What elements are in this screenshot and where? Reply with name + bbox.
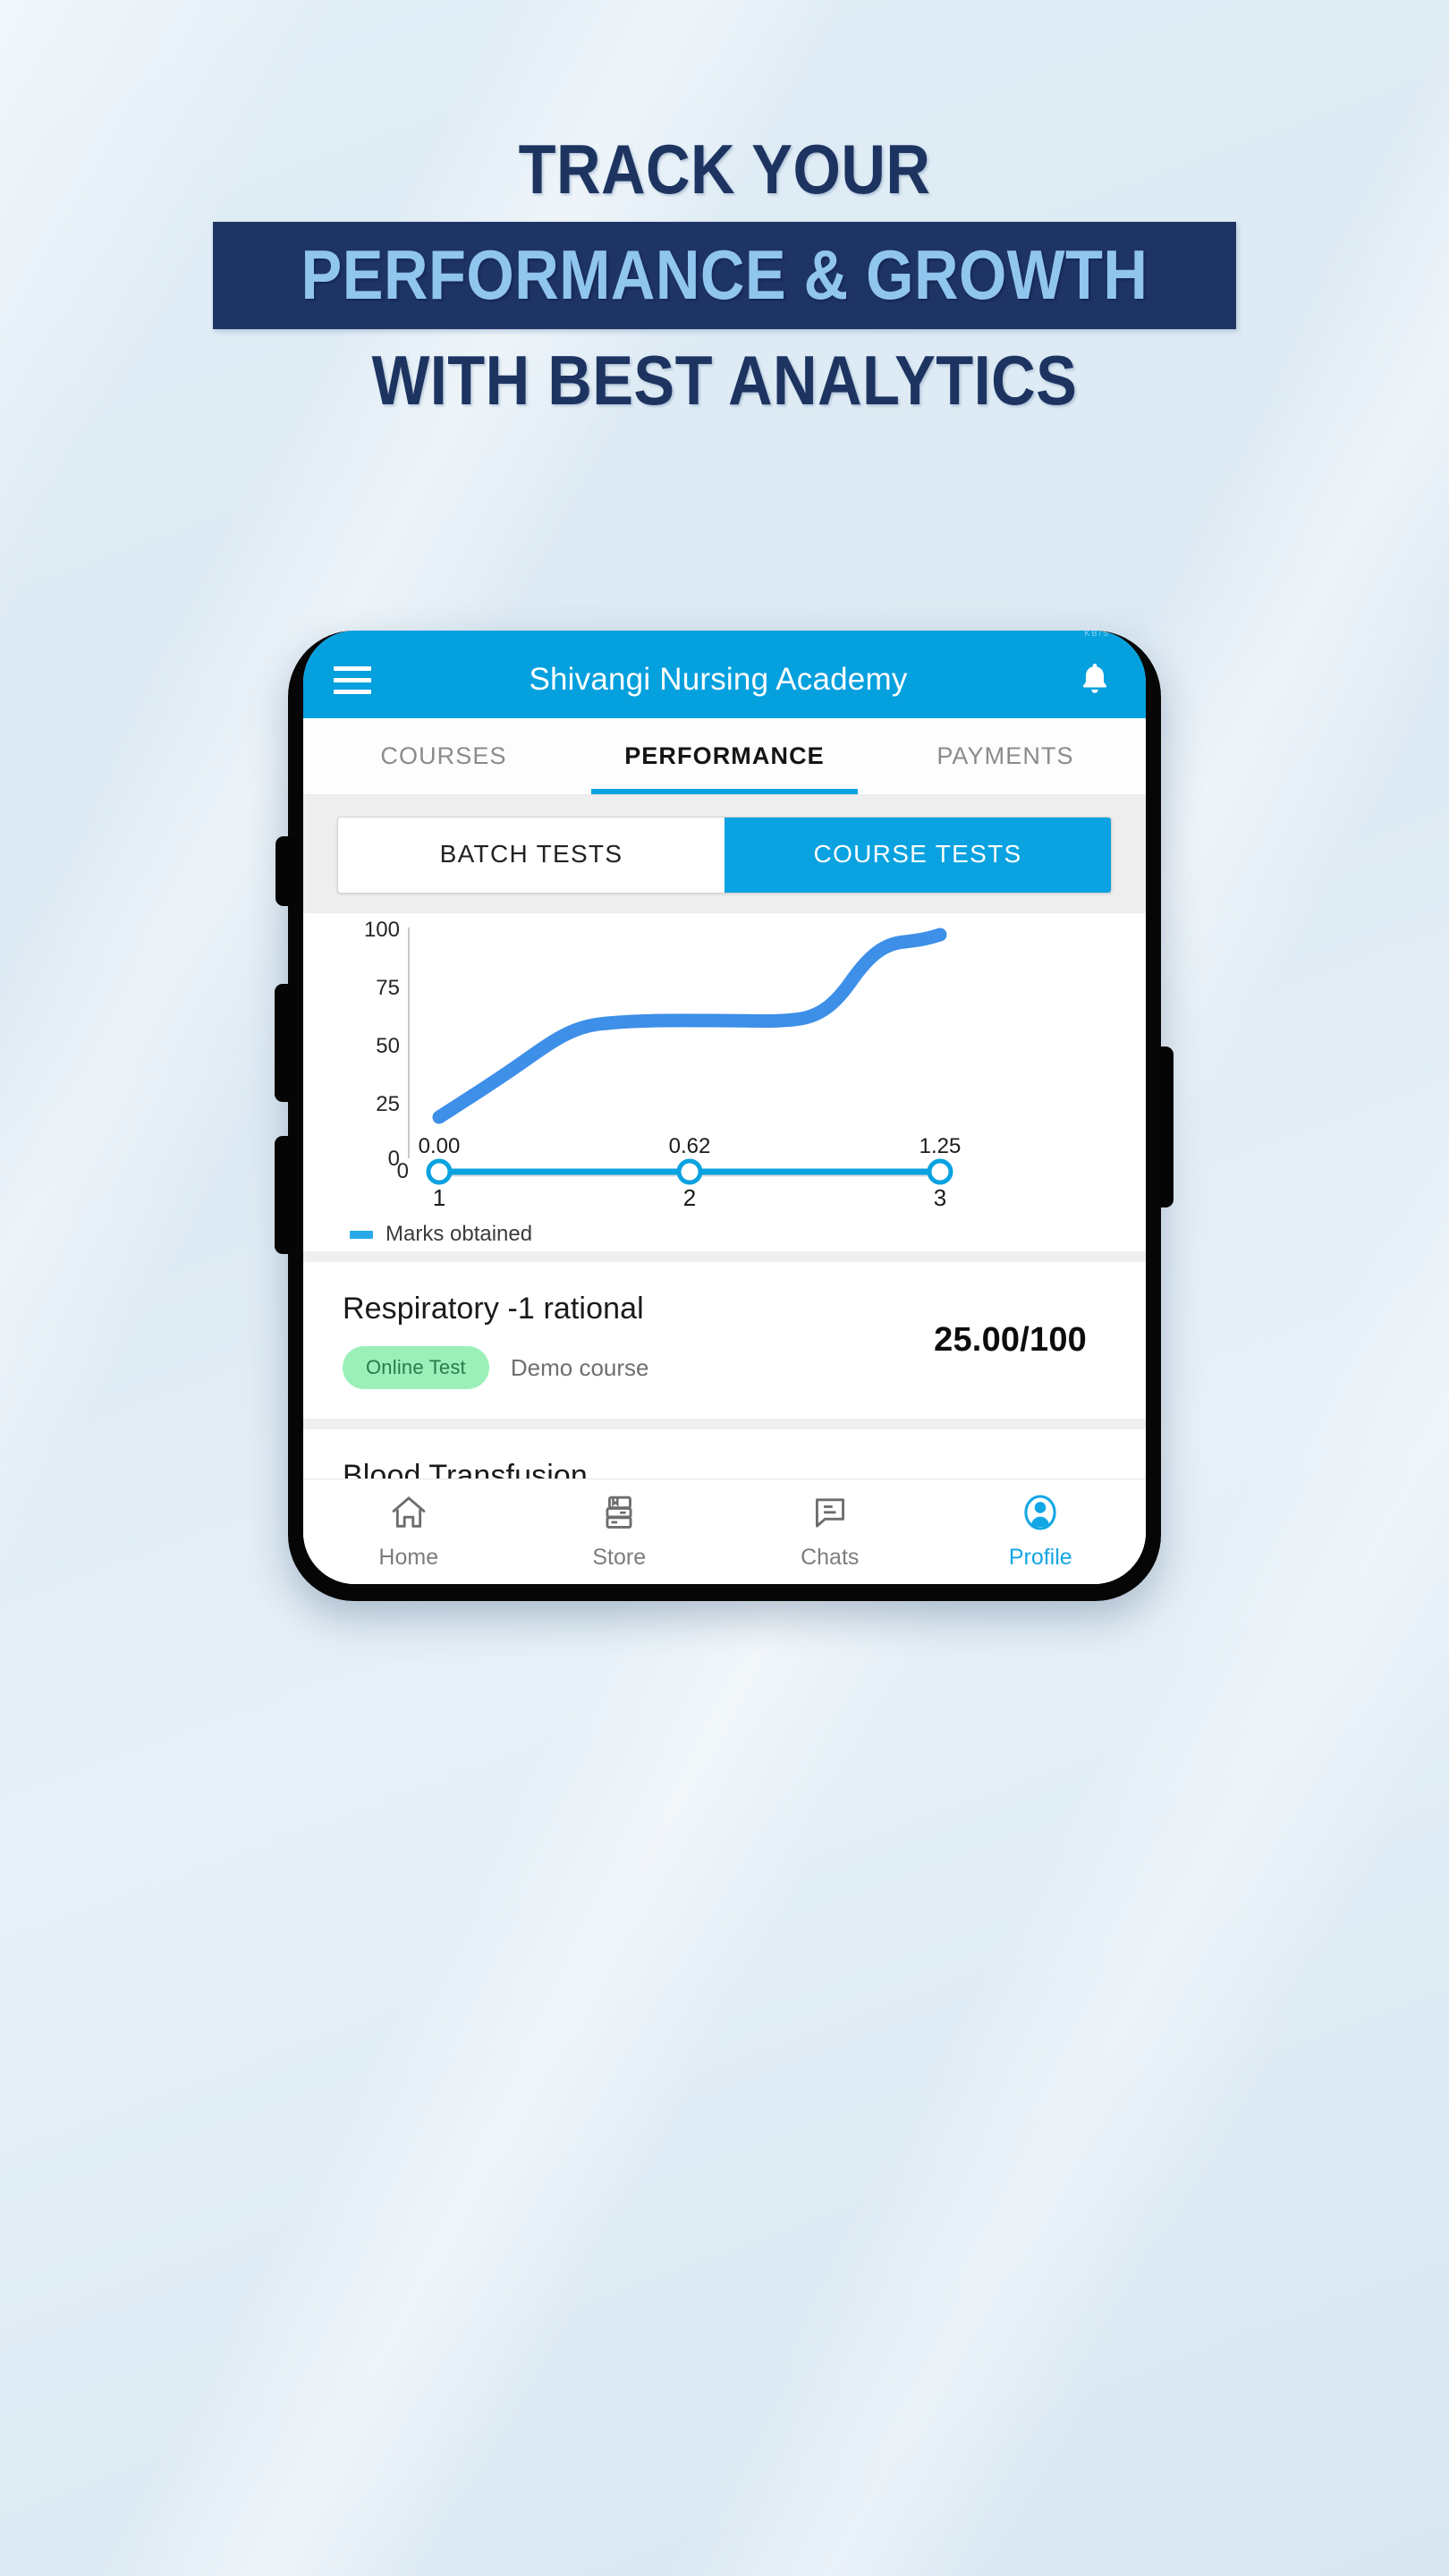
legend-swatch-marks-obtained xyxy=(350,1230,373,1239)
status-bar: KB/S xyxy=(303,631,1146,641)
row-meta: Online Test Demo course xyxy=(343,1346,934,1389)
slider-label-min: 0.00 xyxy=(419,1134,461,1158)
row-content: Respiratory -1 rational Online Test Demo… xyxy=(343,1292,934,1389)
legend-label-marks-obtained: Marks obtained xyxy=(386,1222,533,1246)
bell-icon[interactable] xyxy=(1074,659,1115,700)
nav-label-home: Home xyxy=(378,1545,439,1570)
home-icon xyxy=(387,1492,430,1538)
table-row[interactable]: Respiratory -1 rational Online Test Demo… xyxy=(303,1262,1146,1419)
tab-payments[interactable]: PAYMENTS xyxy=(865,718,1146,794)
bottom-navigation: Home Store Chats Profile xyxy=(303,1479,1146,1584)
x-origin-zero: 0 xyxy=(397,1159,409,1183)
app-bar: Shivangi Nursing Academy xyxy=(303,641,1146,718)
section-divider xyxy=(303,1251,1146,1262)
course-name: Demo course xyxy=(510,1353,649,1381)
segment-course-tests[interactable]: COURSE TESTS xyxy=(724,818,1111,893)
books-icon xyxy=(597,1492,640,1538)
segmented-control: BATCH TESTS COURSE TESTS xyxy=(337,817,1112,894)
nav-item-profile[interactable]: Profile xyxy=(936,1492,1147,1571)
x-tick-1: 1 xyxy=(433,1184,445,1211)
chart-legend: Marks obtained xyxy=(303,1216,1146,1251)
nav-item-home[interactable]: Home xyxy=(303,1492,514,1571)
y-tick-100: 100 xyxy=(364,918,400,942)
top-tabs: COURSES PERFORMANCE PAYMENTS xyxy=(303,718,1146,795)
y-tick-75: 75 xyxy=(376,976,400,1000)
slider-label-mid: 0.62 xyxy=(669,1134,711,1158)
nav-label-profile: Profile xyxy=(1008,1545,1072,1570)
phone-button-volume-up[interactable] xyxy=(275,984,295,1102)
promo-line-3: WITH BEST ANALYTICS xyxy=(371,341,1078,419)
phone-mockup: KB/S Shivangi Nursing Academy COURSES PE… xyxy=(275,631,1174,1601)
chart-line-marks-obtained xyxy=(432,928,947,1124)
promo-banner-wrap: PERFORMANCE & GROWTH xyxy=(0,222,1449,329)
tab-courses[interactable]: COURSES xyxy=(303,718,584,794)
app-title: Shivangi Nursing Academy xyxy=(529,662,908,697)
performance-chart: 100 75 50 25 0 0.00 0.62 1.25 0 1 2 3 Ma… xyxy=(303,913,1146,1251)
status-bar-right: KB/S xyxy=(1084,631,1110,638)
status-badge: Online Test xyxy=(343,1346,489,1389)
chat-bubble-icon xyxy=(809,1492,852,1538)
y-tick-25: 25 xyxy=(376,1092,400,1116)
y-tick-50: 50 xyxy=(376,1034,400,1058)
promo-headline: TRACK YOUR PERFORMANCE & GROWTH WITH BES… xyxy=(0,134,1449,415)
row-divider xyxy=(303,1419,1146,1429)
nav-item-store[interactable]: Store xyxy=(514,1492,725,1571)
nav-label-store: Store xyxy=(592,1545,647,1570)
slider-handle-1[interactable] xyxy=(426,1158,453,1185)
test-score: 25.00/100 xyxy=(934,1321,1087,1359)
slider-handle-3[interactable] xyxy=(927,1158,953,1185)
test-title: Respiratory -1 rational xyxy=(343,1292,644,1326)
chart-svg: 100 75 50 25 0 0.00 0.62 1.25 0 1 2 3 xyxy=(364,918,962,1211)
promo-line-1: TRACK YOUR xyxy=(518,130,931,208)
tab-performance[interactable]: PERFORMANCE xyxy=(584,718,865,794)
segment-batch-tests[interactable]: BATCH TESTS xyxy=(338,818,724,893)
x-tick-3: 3 xyxy=(934,1184,946,1211)
phone-screen: KB/S Shivangi Nursing Academy COURSES PE… xyxy=(303,631,1146,1584)
user-avatar-icon xyxy=(1019,1492,1062,1538)
phone-button-power[interactable] xyxy=(1154,1046,1174,1208)
nav-item-chats[interactable]: Chats xyxy=(724,1492,936,1571)
nav-label-chats: Chats xyxy=(801,1545,860,1570)
segmented-control-wrap: BATCH TESTS COURSE TESTS xyxy=(303,795,1146,913)
promo-line-2: PERFORMANCE & GROWTH xyxy=(301,235,1148,314)
phone-button-volume-down[interactable] xyxy=(275,1136,295,1254)
x-tick-2: 2 xyxy=(683,1184,696,1211)
slider-label-max: 1.25 xyxy=(919,1134,962,1158)
slider-handle-2[interactable] xyxy=(676,1158,703,1185)
phone-button-left-top[interactable] xyxy=(275,836,295,906)
promo-banner: PERFORMANCE & GROWTH xyxy=(213,222,1236,329)
